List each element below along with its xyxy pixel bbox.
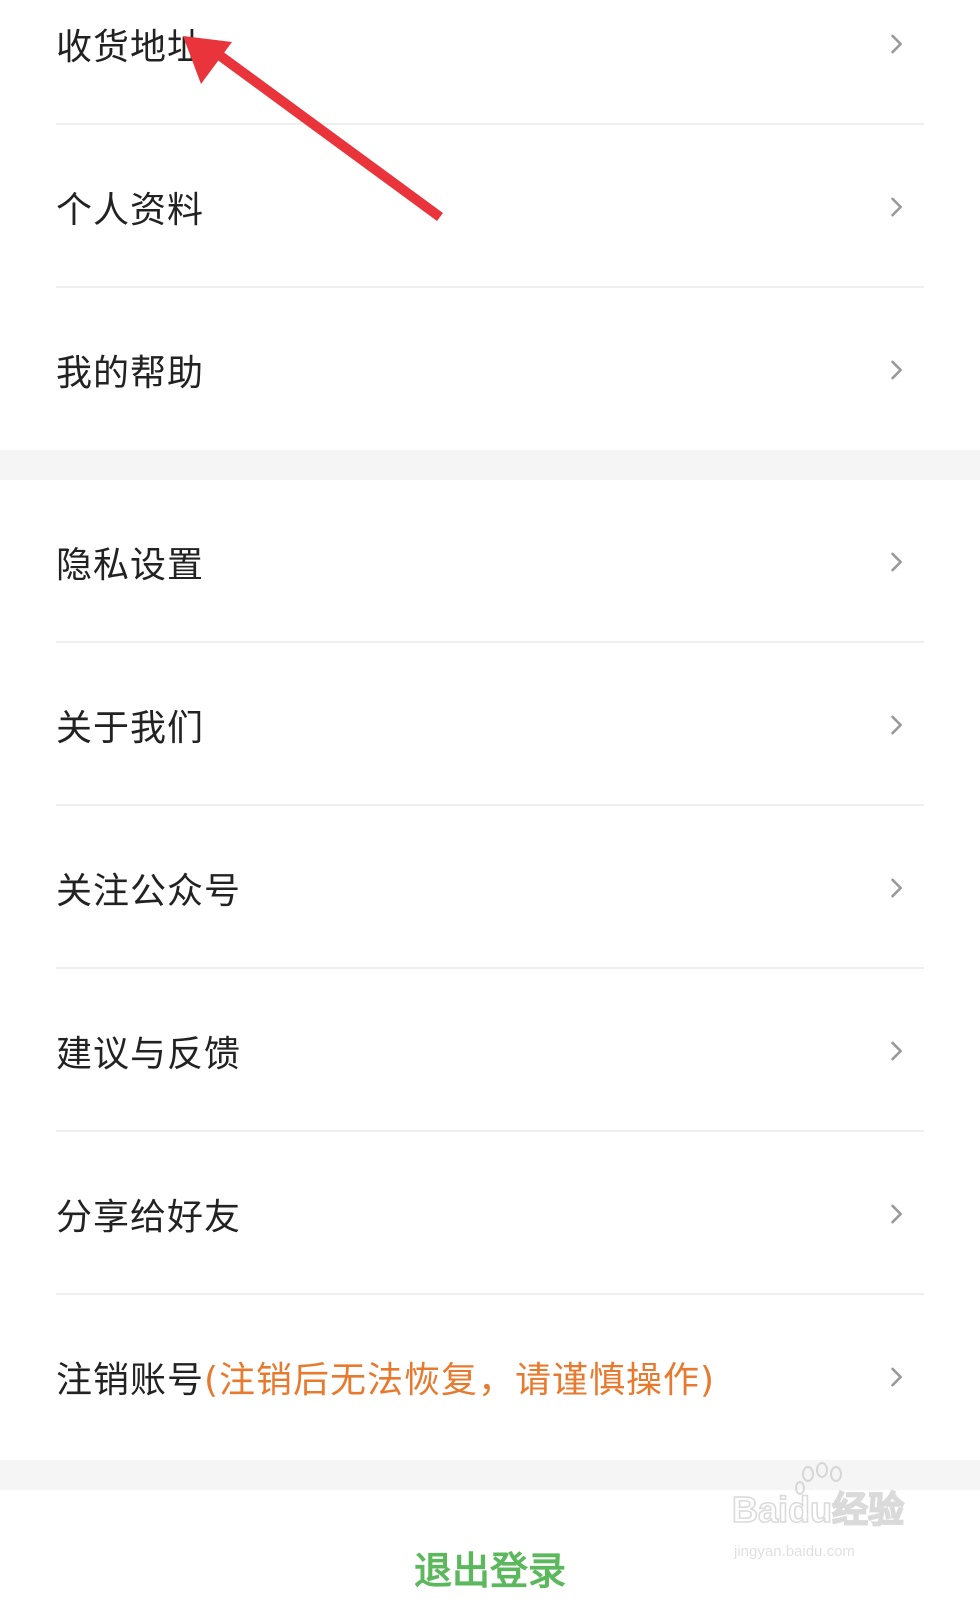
menu-item-label: 收货地址 (56, 26, 205, 68)
watermark-brand: Baidu经验 (732, 1489, 904, 1530)
menu-item-shipping-address[interactable]: 收货地址 (0, 0, 980, 125)
menu-item-follow-official-account[interactable]: 关注公众号 (0, 806, 980, 969)
chevron-right-icon (891, 197, 902, 216)
watermark-site: jingyan.baidu.com (733, 1543, 855, 1560)
menu-item-about-us[interactable]: 关于我们 (0, 643, 980, 806)
menu-group-1: 收货地址 个人资料 我的帮助 (0, 0, 980, 450)
menu-item-label: 关于我们 (56, 707, 205, 749)
menu-item-privacy-settings[interactable]: 隐私设置 (0, 480, 980, 643)
menu-item-label: 建议与反馈 (56, 1033, 242, 1075)
chevron-right-icon (891, 34, 902, 53)
menu-item-label: 个人资料 (56, 189, 205, 231)
menu-item-delete-account[interactable]: 注销账号(注销后无法恢复，请谨慎操作) (0, 1295, 980, 1458)
menu-item-label: 隐私设置 (56, 544, 205, 586)
menu-item-label: 关注公众号 (56, 870, 242, 912)
delete-account-warning: (注销后无法恢复，请谨慎操作) (204, 1359, 716, 1401)
menu-item-label: 我的帮助 (56, 352, 205, 394)
chevron-right-icon (891, 878, 902, 897)
chevron-right-icon (891, 715, 902, 734)
menu-item-share-to-friends[interactable]: 分享给好友 (0, 1132, 980, 1295)
chevron-right-icon (891, 1041, 902, 1060)
menu-item-my-help[interactable]: 我的帮助 (0, 288, 980, 451)
chevron-right-icon (891, 360, 902, 379)
chevron-right-icon (891, 1204, 902, 1223)
chevron-right-icon (891, 552, 902, 571)
menu-item-feedback[interactable]: 建议与反馈 (0, 969, 980, 1132)
menu-item-label: 分享给好友 (56, 1196, 242, 1238)
menu-item-label: 注销账号(注销后无法恢复，请谨慎操作) (56, 1351, 715, 1403)
menu-item-profile[interactable]: 个人资料 (0, 125, 980, 288)
chevron-right-icon (891, 1367, 902, 1386)
menu-group-2: 隐私设置 关于我们 关注公众号 建议与反馈 分享给好友 注销账号(注销后无法恢复… (0, 480, 980, 1460)
baidu-jingyan-watermark: Baidu经验 jingyan.baidu.com (731, 1462, 905, 1560)
delete-account-label: 注销账号 (56, 1359, 205, 1401)
